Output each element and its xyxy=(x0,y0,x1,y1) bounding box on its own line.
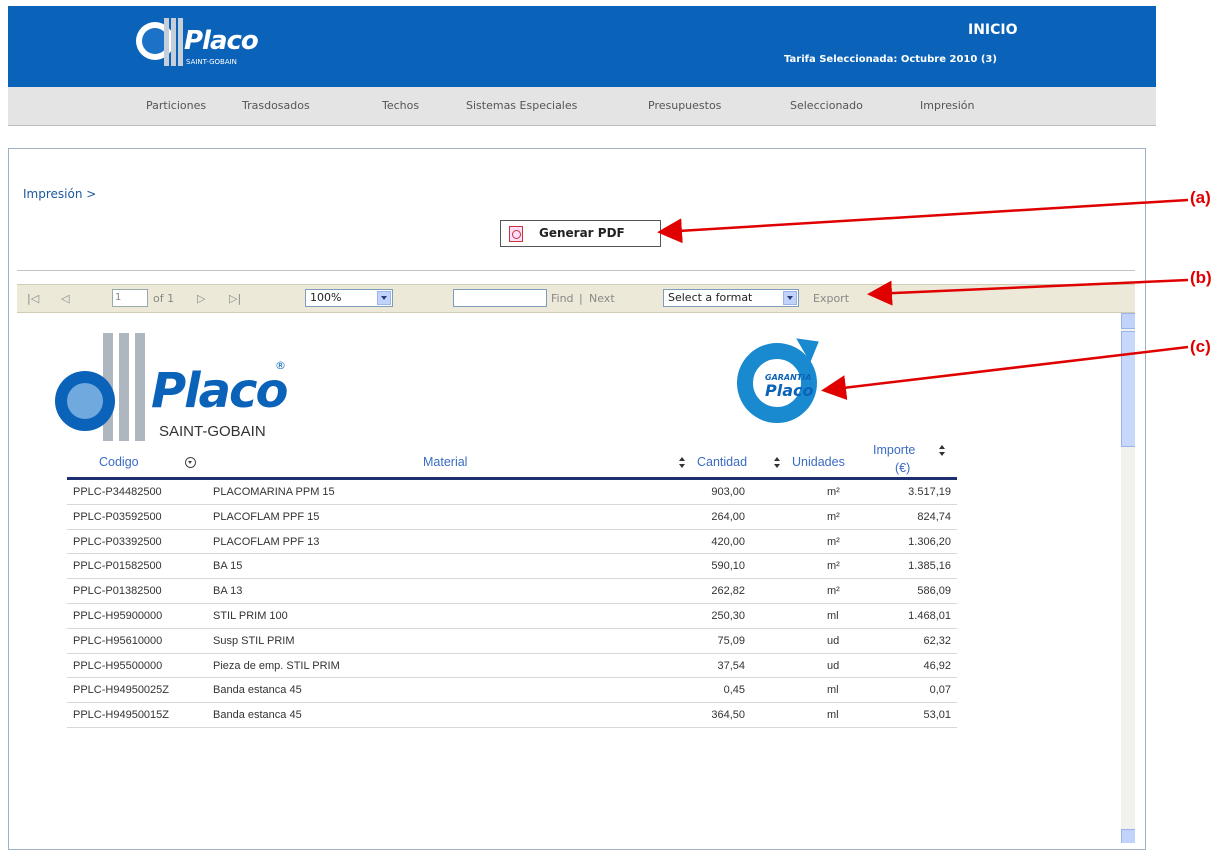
arrow-a xyxy=(657,198,1189,244)
annotation-arrows xyxy=(657,198,1189,401)
annotation-b: (b) xyxy=(1190,268,1212,287)
arrow-c xyxy=(821,345,1189,401)
arrow-b xyxy=(867,278,1189,306)
annotation-a: (a) xyxy=(1190,188,1211,207)
annotation-c: (c) xyxy=(1190,337,1211,356)
